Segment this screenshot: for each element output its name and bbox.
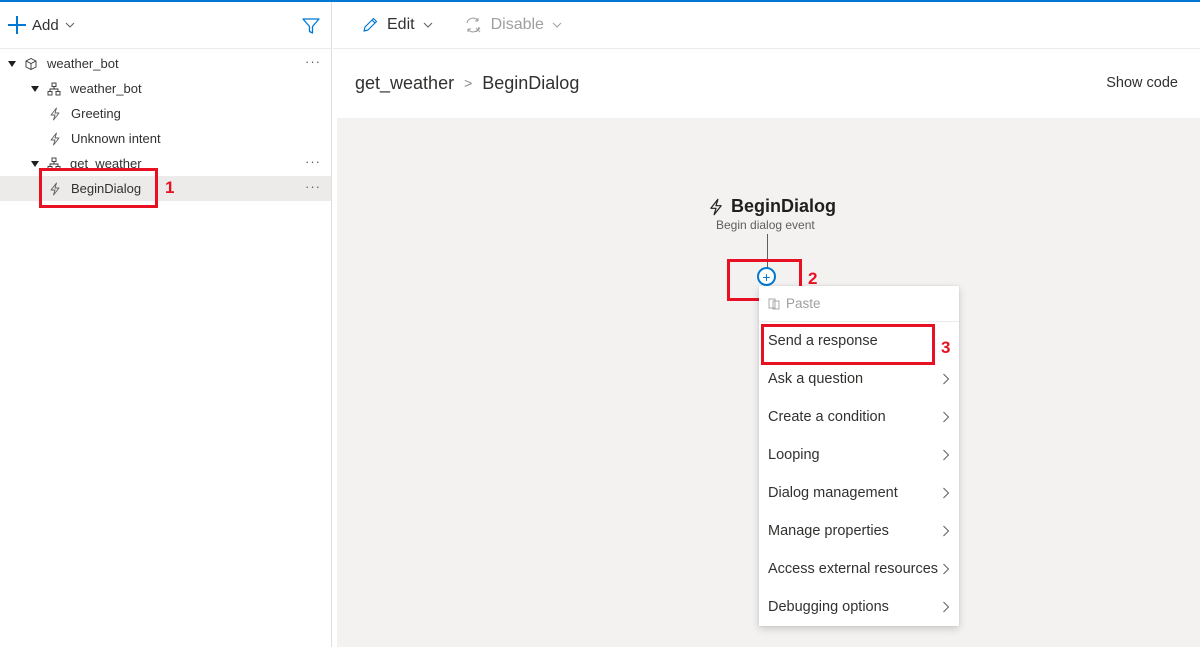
breadcrumb-item-current: BeginDialog (482, 72, 580, 93)
annotation-number-1: 1 (165, 178, 175, 197)
tree-item-dialog[interactable]: weather_bot (0, 76, 331, 101)
caret-down-icon[interactable] (8, 60, 16, 67)
menu-item-label: Dialog management (768, 485, 898, 501)
menu-item-debugging-options[interactable]: Debugging options (759, 588, 959, 626)
bot-cube-icon (25, 57, 37, 70)
trigger-lightning-icon (50, 132, 60, 145)
more-options-icon[interactable]: ··· (305, 54, 321, 69)
paste-icon (768, 298, 780, 310)
tree-item-label: Unknown intent (71, 131, 161, 146)
annotation-box-1 (39, 168, 158, 208)
breadcrumb: get_weather > BeginDialog (355, 73, 579, 94)
more-options-icon[interactable]: ··· (305, 154, 321, 169)
annotation-number-3: 3 (941, 338, 951, 357)
menu-item-label: Manage properties (768, 523, 889, 539)
add-button[interactable]: Add (8, 16, 75, 34)
edit-button[interactable]: Edit (361, 16, 433, 34)
edit-label: Edit (387, 16, 415, 33)
chevron-right-icon (943, 601, 950, 613)
tree-item-trigger[interactable]: Unknown intent (0, 126, 331, 151)
menu-item-manage-properties[interactable]: Manage properties (759, 512, 959, 550)
visual-editor-canvas: BeginDialog Begin dialog event + 2 Paste… (337, 118, 1200, 647)
editor-toolbar: Edit Disable (333, 2, 1200, 49)
menu-item-access-external-resources[interactable]: Access external resources (759, 550, 959, 588)
tree-item-label: Greeting (71, 106, 121, 121)
menu-item-looping[interactable]: Looping (759, 436, 959, 474)
chevron-right-icon (943, 563, 950, 575)
chevron-right-icon (943, 449, 950, 461)
node-title-label: BeginDialog (731, 196, 837, 216)
more-options-icon[interactable]: ··· (305, 179, 321, 194)
chevron-down-icon (423, 22, 432, 28)
navigation-panel: Add weather_bot ··· weather_bot Greeting… (0, 2, 332, 647)
tree-item-label: weather_bot (70, 81, 142, 96)
chevron-right-icon (943, 487, 950, 499)
chevron-down-icon (552, 22, 562, 28)
trigger-lightning-icon (50, 107, 60, 120)
menu-item-paste[interactable]: Paste (759, 286, 959, 322)
pencil-icon (363, 17, 378, 32)
breadcrumb-separator-icon: > (464, 75, 473, 91)
editor-header: get_weather > BeginDialog Show code (333, 49, 1200, 117)
breadcrumb-item[interactable]: get_weather (355, 73, 454, 94)
chevron-down-icon (65, 22, 75, 28)
menu-item-ask-question[interactable]: Ask a question (759, 360, 959, 398)
tree-item-trigger[interactable]: Greeting (0, 101, 331, 126)
tree-item-label: weather_bot (47, 56, 119, 71)
dialog-hierarchy-icon (47, 82, 61, 95)
menu-item-label: Paste (786, 296, 821, 311)
menu-item-label: Looping (768, 447, 820, 463)
menu-item-label: Access external resources (768, 561, 939, 577)
menu-item-create-condition[interactable]: Create a condition (759, 398, 959, 436)
plus-icon (8, 16, 26, 34)
refresh-disable-icon (466, 17, 480, 33)
filter-icon[interactable] (301, 16, 321, 36)
trigger-lightning-icon (710, 198, 722, 215)
menu-item-label: Debugging options (768, 599, 889, 615)
caret-down-icon[interactable] (31, 160, 39, 167)
editor-area: Edit Disable get_weather > BeginDialog S… (333, 2, 1200, 647)
add-label: Add (32, 16, 59, 34)
left-toolbar: Add (0, 2, 331, 49)
menu-item-label: Ask a question (768, 371, 864, 387)
tree-item-bot[interactable]: weather_bot ··· (0, 51, 331, 76)
caret-down-icon[interactable] (31, 85, 39, 92)
trigger-node-title[interactable]: BeginDialog (707, 196, 836, 217)
chevron-right-icon (943, 373, 950, 385)
chevron-right-icon (943, 525, 950, 537)
menu-item-label: Create a condition (768, 409, 886, 425)
chevron-right-icon (943, 411, 950, 423)
trigger-node-subtitle: Begin dialog event (716, 218, 815, 232)
show-code-button[interactable]: Show code (1106, 75, 1178, 91)
menu-item-dialog-management[interactable]: Dialog management (759, 474, 959, 512)
disable-label: Disable (490, 16, 544, 33)
disable-button[interactable]: Disable (463, 16, 562, 34)
annotation-box-3 (761, 324, 935, 365)
